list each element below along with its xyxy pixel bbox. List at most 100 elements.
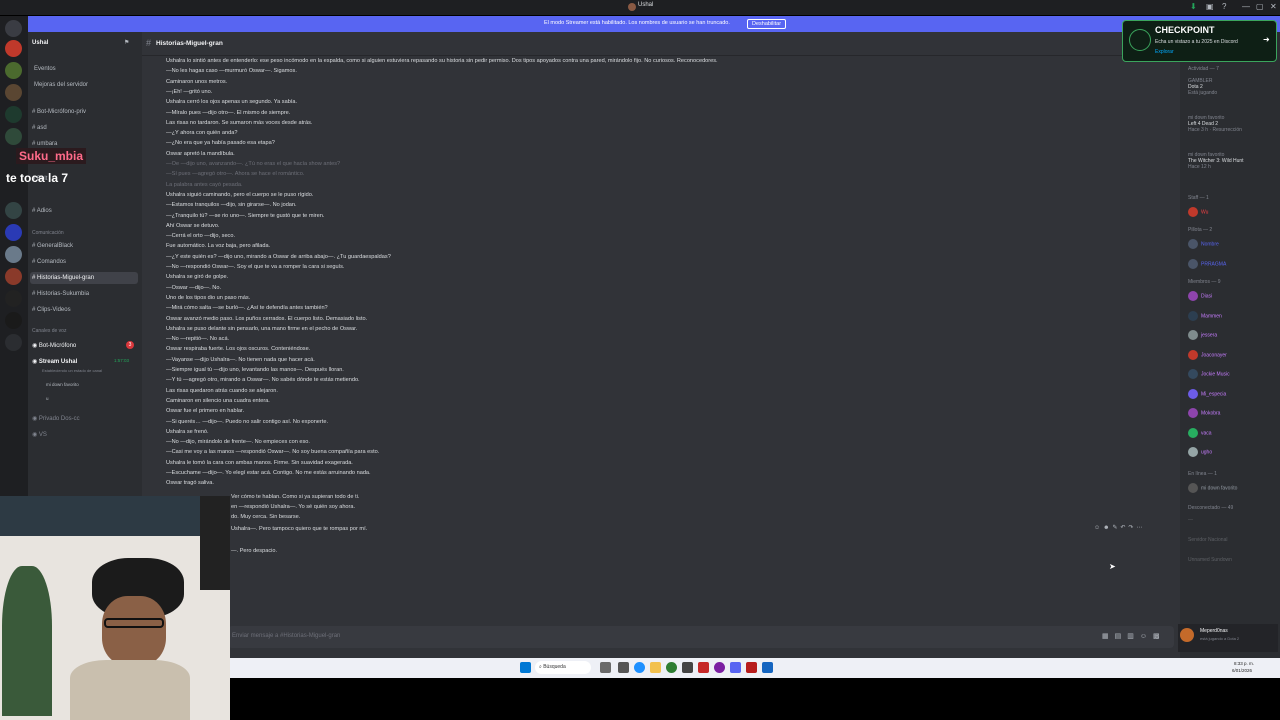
voice-user[interactable]: u bbox=[46, 396, 49, 401]
member-offline[interactable]: Unnamed Sundown bbox=[1188, 557, 1232, 563]
server-icon[interactable] bbox=[5, 290, 22, 307]
message-line: —Míralo pues —dijo otro—. El mismo de si… bbox=[166, 109, 291, 116]
clock-time[interactable]: 8:33 p. m. bbox=[1234, 661, 1254, 666]
voice-channel[interactable]: ◉ VS bbox=[32, 431, 47, 438]
category-comunicacion[interactable]: Comunicación bbox=[32, 230, 64, 236]
channel-item[interactable]: # umbara bbox=[32, 141, 57, 147]
discord-icon[interactable] bbox=[730, 662, 741, 673]
windows-start-icon[interactable] bbox=[520, 662, 531, 673]
chrome-icon[interactable] bbox=[666, 662, 677, 673]
member-item[interactable]: Jockie Music bbox=[1188, 369, 1230, 379]
maximize-button[interactable]: ▢ bbox=[1256, 2, 1264, 11]
message-input-placeholder: Enviar mensaje a #Historias-Miguel-gran bbox=[232, 633, 341, 639]
message-line: Oswar avanzó medio paso. Los puños cerra… bbox=[166, 315, 368, 322]
close-button[interactable]: ✕ bbox=[1270, 2, 1277, 11]
message-input[interactable]: Enviar mensaje a #Historias-Miguel-gran … bbox=[228, 626, 1174, 648]
member-item[interactable]: PRRAGMA bbox=[1188, 259, 1226, 269]
message-line: —Oswar —dijo—. No. bbox=[166, 284, 222, 291]
message-line: Oswar respiraba fuerte. Los ojos oscuros… bbox=[166, 346, 311, 353]
input-tools-icon[interactable]: ▦▤▥☺▩ bbox=[1102, 632, 1166, 640]
user-avatar[interactable] bbox=[1180, 628, 1194, 642]
message-line: —Si querés… —dijo—. Puedo no salir conti… bbox=[166, 418, 328, 425]
voice-channel[interactable]: ◉ Stream Ushal bbox=[32, 358, 77, 365]
activity-card[interactable]: mi down favorito The Witcher 3: Wild Hunt… bbox=[1188, 152, 1244, 170]
server-icon[interactable] bbox=[5, 84, 22, 101]
help-icon[interactable]: ? bbox=[1222, 2, 1226, 11]
edge-icon[interactable] bbox=[634, 662, 645, 673]
server-icon[interactable] bbox=[5, 128, 22, 145]
member-avatar bbox=[1188, 239, 1198, 249]
channel-item[interactable]: # Adios bbox=[32, 208, 52, 214]
streamer-mode-banner: El modo Streamer está habilitado. Los no… bbox=[28, 16, 1280, 32]
message-line: Las risas quedaron atrás cuando se aleja… bbox=[166, 387, 278, 394]
window-avatar bbox=[628, 3, 636, 11]
member-item[interactable]: mi down favorito bbox=[1188, 482, 1237, 493]
server-name[interactable]: Ushal bbox=[32, 40, 48, 46]
boosts-item[interactable]: Mejoras del servidor bbox=[34, 82, 88, 88]
channel-item[interactable]: # Bot-Micrófono-priv bbox=[32, 109, 86, 115]
app-icon[interactable] bbox=[762, 662, 773, 673]
activity-sub: Está jugando bbox=[1188, 90, 1218, 96]
member-item[interactable]: ugho bbox=[1188, 447, 1212, 457]
channel-item[interactable]: # asd bbox=[32, 125, 47, 131]
channel-item[interactable]: # Comandos bbox=[32, 259, 66, 265]
voice-channel[interactable]: ◉ Privado Dos-cc bbox=[32, 415, 80, 422]
app-icon[interactable] bbox=[682, 662, 693, 673]
server-icon[interactable] bbox=[5, 224, 22, 241]
app-icon[interactable] bbox=[618, 662, 629, 673]
channel-item[interactable]: # Historias-Sukumbia bbox=[32, 291, 89, 297]
member-item[interactable]: Wu bbox=[1188, 207, 1208, 217]
minimize-button[interactable]: — bbox=[1242, 2, 1250, 11]
member-name: Mammen bbox=[1201, 312, 1222, 319]
checkpoint-popup[interactable]: CHECKPOINT Echa un vistazo a tu 2025 en … bbox=[1122, 20, 1277, 62]
member-item[interactable]: Nombre bbox=[1188, 239, 1219, 249]
app-icon[interactable] bbox=[746, 662, 757, 673]
checkpoint-arrow-icon[interactable]: ➜ bbox=[1263, 35, 1270, 44]
clock-date[interactable]: 6/01/2026 bbox=[1232, 668, 1252, 673]
add-friend-icon[interactable]: ⚑ bbox=[124, 39, 129, 46]
member-item[interactable]: Joaconayer bbox=[1188, 349, 1227, 360]
message-actions-icon[interactable]: ☺☻✎↶↷⋯ bbox=[1094, 525, 1146, 531]
disable-streamer-button[interactable]: Deshabilitar bbox=[747, 19, 787, 29]
server-icon[interactable] bbox=[5, 106, 22, 123]
channel-item[interactable]: # GeneralBlack bbox=[32, 243, 73, 249]
message-line: Oswar tragó saliva. bbox=[166, 480, 214, 487]
download-icon[interactable]: ⬇ bbox=[1190, 2, 1197, 11]
app-icon[interactable] bbox=[698, 662, 709, 673]
checkpoint-link[interactable]: Explorar bbox=[1155, 49, 1174, 55]
member-avatar bbox=[1188, 482, 1198, 493]
server-icon[interactable] bbox=[5, 246, 22, 263]
member-item[interactable]: Mammen bbox=[1188, 310, 1222, 321]
server-icon[interactable] bbox=[5, 268, 22, 285]
channel-item[interactable]: # Clips-Videos bbox=[32, 307, 71, 313]
channel-item-active[interactable]: # Historias-Miguel-gran bbox=[32, 275, 94, 281]
explorer-icon[interactable] bbox=[650, 662, 661, 673]
message-line: —¿Y este quién es? —dijo uno, mirando a … bbox=[166, 253, 391, 260]
server-icon[interactable] bbox=[5, 312, 22, 329]
obs-icon[interactable] bbox=[714, 662, 725, 673]
activity-card[interactable]: GAMBLER Dota 2 Está jugando bbox=[1188, 78, 1217, 96]
activity-card[interactable]: mi down favorito Left 4 Dead 2 Hace 3 h · … bbox=[1188, 115, 1242, 133]
member-offline[interactable]: Servidor Nacional bbox=[1188, 537, 1227, 543]
inbox-icon[interactable]: ▣ bbox=[1206, 2, 1214, 11]
member-item[interactable]: Mokobra bbox=[1188, 408, 1220, 418]
server-icon[interactable] bbox=[5, 202, 22, 219]
member-group-header: Staff — 1 bbox=[1188, 195, 1209, 201]
member-group-header: Miembros — 9 bbox=[1188, 279, 1221, 285]
voice-user[interactable]: mi down favorito bbox=[46, 382, 79, 387]
add-server-icon[interactable] bbox=[5, 334, 22, 351]
member-item[interactable]: vaca bbox=[1188, 427, 1212, 438]
server-icon[interactable] bbox=[5, 20, 22, 37]
events-item[interactable]: Eventos bbox=[34, 66, 56, 72]
member-item[interactable]: Mi_especia bbox=[1188, 388, 1226, 399]
member-item[interactable]: jessera bbox=[1188, 330, 1217, 340]
taskbar-search[interactable]: ⌕ Búsqueda bbox=[535, 661, 591, 674]
category-voz[interactable]: Canales de voz bbox=[32, 328, 66, 334]
member-offline[interactable]: — bbox=[1188, 517, 1193, 523]
member-item[interactable]: Diasi bbox=[1188, 291, 1212, 301]
server-icon[interactable] bbox=[5, 62, 22, 79]
taskview-icon[interactable] bbox=[600, 662, 611, 673]
voice-channel[interactable]: ◉ Bot-Micrófono bbox=[32, 342, 76, 349]
server-icon[interactable] bbox=[5, 40, 22, 57]
user-panel[interactable]: Meperd0nas está jugando a Dota 2 bbox=[1178, 624, 1278, 652]
